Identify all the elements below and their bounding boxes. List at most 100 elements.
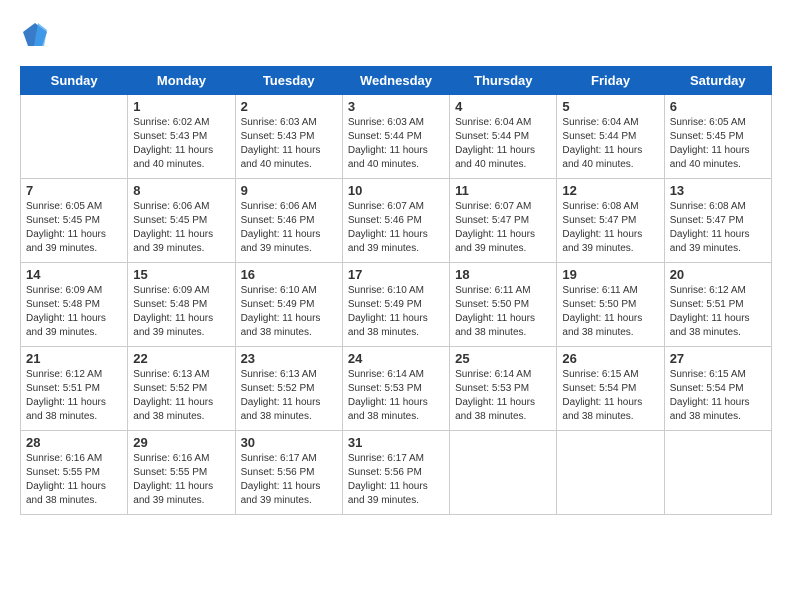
- calendar-cell: 10Sunrise: 6:07 AMSunset: 5:46 PMDayligh…: [342, 179, 449, 263]
- calendar-cell: [664, 431, 771, 515]
- calendar-cell: [21, 95, 128, 179]
- day-number: 22: [133, 351, 229, 366]
- calendar-cell: 5 Sunrise: 6:04 AMSunset: 5:44 PMDaylight…: [557, 95, 664, 179]
- logo: [20, 20, 54, 50]
- day-info: Sunrise: 6:04 AMSunset: 5:44 PMDaylight:…: [562, 116, 658, 172]
- calendar-cell: 27Sunrise: 6:15 AMSunset: 5:54 PMDayligh…: [664, 347, 771, 431]
- day-number: 3: [348, 99, 444, 114]
- day-info: Sunrise: 6:05 AMSunset: 5:45 PMDaylight:…: [670, 116, 766, 172]
- day-number: 24: [348, 351, 444, 366]
- calendar-cell: 14Sunrise: 6:09 AMSunset: 5:48 PMDayligh…: [21, 263, 128, 347]
- calendar-cell: 12 Sunrise: 6:08 AMSunset: 5:47 PMDayligh…: [557, 179, 664, 263]
- day-number: 31: [348, 435, 444, 450]
- calendar-cell: 4 Sunrise: 6:04 AMSunset: 5:44 PMDaylight…: [450, 95, 557, 179]
- calendar-cell: 13Sunrise: 6:08 AMSunset: 5:47 PMDayligh…: [664, 179, 771, 263]
- calendar-cell: 9 Sunrise: 6:06 AMSunset: 5:46 PMDaylight…: [235, 179, 342, 263]
- day-number: 30: [241, 435, 337, 450]
- calendar-cell: 28 Sunrise: 6:16 AMSunset: 5:55 PMDayligh…: [21, 431, 128, 515]
- day-info: Sunrise: 6:15 AMSunset: 5:54 PMDaylight:…: [670, 368, 766, 424]
- day-info: Sunrise: 6:17 AMSunset: 5:56 PMDaylight:…: [241, 452, 337, 508]
- day-info: Sunrise: 6:13 AMSunset: 5:52 PMDaylight:…: [133, 368, 229, 424]
- day-info: Sunrise: 6:13 AMSunset: 5:52 PMDaylight:…: [241, 368, 337, 424]
- day-info: Sunrise: 6:09 AMSunset: 5:48 PMDaylight:…: [133, 284, 229, 340]
- day-number: 6: [670, 99, 766, 114]
- day-info: Sunrise: 6:16 AMSunset: 5:55 PMDaylight:…: [133, 452, 229, 508]
- day-info: Sunrise: 6:11 AMSunset: 5:50 PMDaylight:…: [455, 284, 551, 340]
- calendar-week-row: 7 Sunrise: 6:05 AMSunset: 5:45 PMDaylight…: [21, 179, 772, 263]
- day-info: Sunrise: 6:12 AMSunset: 5:51 PMDaylight:…: [26, 368, 122, 424]
- calendar-week-row: 1 Sunrise: 6:02 AMSunset: 5:43 PMDaylight…: [21, 95, 772, 179]
- day-info: Sunrise: 6:14 AMSunset: 5:53 PMDaylight:…: [348, 368, 444, 424]
- day-info: Sunrise: 6:10 AMSunset: 5:49 PMDaylight:…: [241, 284, 337, 340]
- day-info: Sunrise: 6:07 AMSunset: 5:47 PMDaylight:…: [455, 200, 551, 256]
- day-number: 25: [455, 351, 551, 366]
- day-number: 17: [348, 267, 444, 282]
- calendar-week-row: 28 Sunrise: 6:16 AMSunset: 5:55 PMDayligh…: [21, 431, 772, 515]
- calendar-cell: 22 Sunrise: 6:13 AMSunset: 5:52 PMDayligh…: [128, 347, 235, 431]
- calendar-cell: 6 Sunrise: 6:05 AMSunset: 5:45 PMDaylight…: [664, 95, 771, 179]
- day-number: 1: [133, 99, 229, 114]
- weekday-header: Monday: [128, 67, 235, 95]
- calendar-cell: 2Sunrise: 6:03 AMSunset: 5:43 PMDaylight…: [235, 95, 342, 179]
- calendar-cell: 23Sunrise: 6:13 AMSunset: 5:52 PMDayligh…: [235, 347, 342, 431]
- weekday-header: Saturday: [664, 67, 771, 95]
- day-info: Sunrise: 6:06 AMSunset: 5:45 PMDaylight:…: [133, 200, 229, 256]
- day-info: Sunrise: 6:06 AMSunset: 5:46 PMDaylight:…: [241, 200, 337, 256]
- calendar-cell: 21 Sunrise: 6:12 AMSunset: 5:51 PMDayligh…: [21, 347, 128, 431]
- calendar-cell: 1 Sunrise: 6:02 AMSunset: 5:43 PMDaylight…: [128, 95, 235, 179]
- day-number: 20: [670, 267, 766, 282]
- calendar-week-row: 14 Sunrise: 6:09 AMSunset: 5:48 PMDayligh…: [21, 263, 772, 347]
- calendar-cell: 15 Sunrise: 6:09 AMSunset: 5:48 PMDayligh…: [128, 263, 235, 347]
- calendar-cell: 29 Sunrise: 6:16 AMSunset: 5:55 PMDayligh…: [128, 431, 235, 515]
- day-number: 9: [241, 183, 337, 198]
- page-header: [20, 20, 772, 50]
- day-info: Sunrise: 6:12 AMSunset: 5:51 PMDaylight:…: [670, 284, 766, 340]
- day-info: Sunrise: 6:02 AMSunset: 5:43 PMDaylight:…: [133, 116, 229, 172]
- day-info: Sunrise: 6:15 AMSunset: 5:54 PMDaylight:…: [562, 368, 658, 424]
- calendar-header-row: SundayMondayTuesdayWednesdayThursdayFrid…: [21, 67, 772, 95]
- day-number: 11: [455, 183, 551, 198]
- calendar-cell: [450, 431, 557, 515]
- day-info: Sunrise: 6:05 AMSunset: 5:45 PMDaylight:…: [26, 200, 122, 256]
- calendar-cell: 30 Sunrise: 6:17 AMSunset: 5:56 PMDayligh…: [235, 431, 342, 515]
- calendar-table: SundayMondayTuesdayWednesdayThursdayFrid…: [20, 66, 772, 515]
- calendar-cell: 11 Sunrise: 6:07 AMSunset: 5:47 PMDayligh…: [450, 179, 557, 263]
- day-number: 12: [562, 183, 658, 198]
- calendar-cell: 20 Sunrise: 6:12 AMSunset: 5:51 PMDayligh…: [664, 263, 771, 347]
- day-number: 14: [26, 267, 122, 282]
- day-number: 26: [562, 351, 658, 366]
- day-number: 21: [26, 351, 122, 366]
- day-number: 7: [26, 183, 122, 198]
- weekday-header: Wednesday: [342, 67, 449, 95]
- day-number: 19: [562, 267, 658, 282]
- day-number: 4: [455, 99, 551, 114]
- weekday-header: Thursday: [450, 67, 557, 95]
- day-number: 8: [133, 183, 229, 198]
- calendar-cell: 24 Sunrise: 6:14 AMSunset: 5:53 PMDayligh…: [342, 347, 449, 431]
- calendar-cell: 31 Sunrise: 6:17 AMSunset: 5:56 PMDayligh…: [342, 431, 449, 515]
- calendar-cell: 25Sunrise: 6:14 AMSunset: 5:53 PMDayligh…: [450, 347, 557, 431]
- day-info: Sunrise: 6:17 AMSunset: 5:56 PMDaylight:…: [348, 452, 444, 508]
- day-number: 18: [455, 267, 551, 282]
- day-number: 15: [133, 267, 229, 282]
- logo-icon: [20, 20, 50, 50]
- day-number: 2: [241, 99, 337, 114]
- day-info: Sunrise: 6:04 AMSunset: 5:44 PMDaylight:…: [455, 116, 551, 172]
- day-number: 29: [133, 435, 229, 450]
- day-info: Sunrise: 6:16 AMSunset: 5:55 PMDaylight:…: [26, 452, 122, 508]
- day-info: Sunrise: 6:03 AMSunset: 5:44 PMDaylight:…: [348, 116, 444, 172]
- weekday-header: Tuesday: [235, 67, 342, 95]
- day-info: Sunrise: 6:08 AMSunset: 5:47 PMDaylight:…: [562, 200, 658, 256]
- calendar-cell: [557, 431, 664, 515]
- calendar-cell: 19 Sunrise: 6:11 AMSunset: 5:50 PMDayligh…: [557, 263, 664, 347]
- day-info: Sunrise: 6:11 AMSunset: 5:50 PMDaylight:…: [562, 284, 658, 340]
- day-info: Sunrise: 6:07 AMSunset: 5:46 PMDaylight:…: [348, 200, 444, 256]
- calendar-cell: 3 Sunrise: 6:03 AMSunset: 5:44 PMDaylight…: [342, 95, 449, 179]
- calendar-cell: 18 Sunrise: 6:11 AMSunset: 5:50 PMDayligh…: [450, 263, 557, 347]
- day-info: Sunrise: 6:10 AMSunset: 5:49 PMDaylight:…: [348, 284, 444, 340]
- day-number: 28: [26, 435, 122, 450]
- weekday-header: Friday: [557, 67, 664, 95]
- calendar-cell: 17 Sunrise: 6:10 AMSunset: 5:49 PMDayligh…: [342, 263, 449, 347]
- day-number: 5: [562, 99, 658, 114]
- calendar-cell: 7 Sunrise: 6:05 AMSunset: 5:45 PMDaylight…: [21, 179, 128, 263]
